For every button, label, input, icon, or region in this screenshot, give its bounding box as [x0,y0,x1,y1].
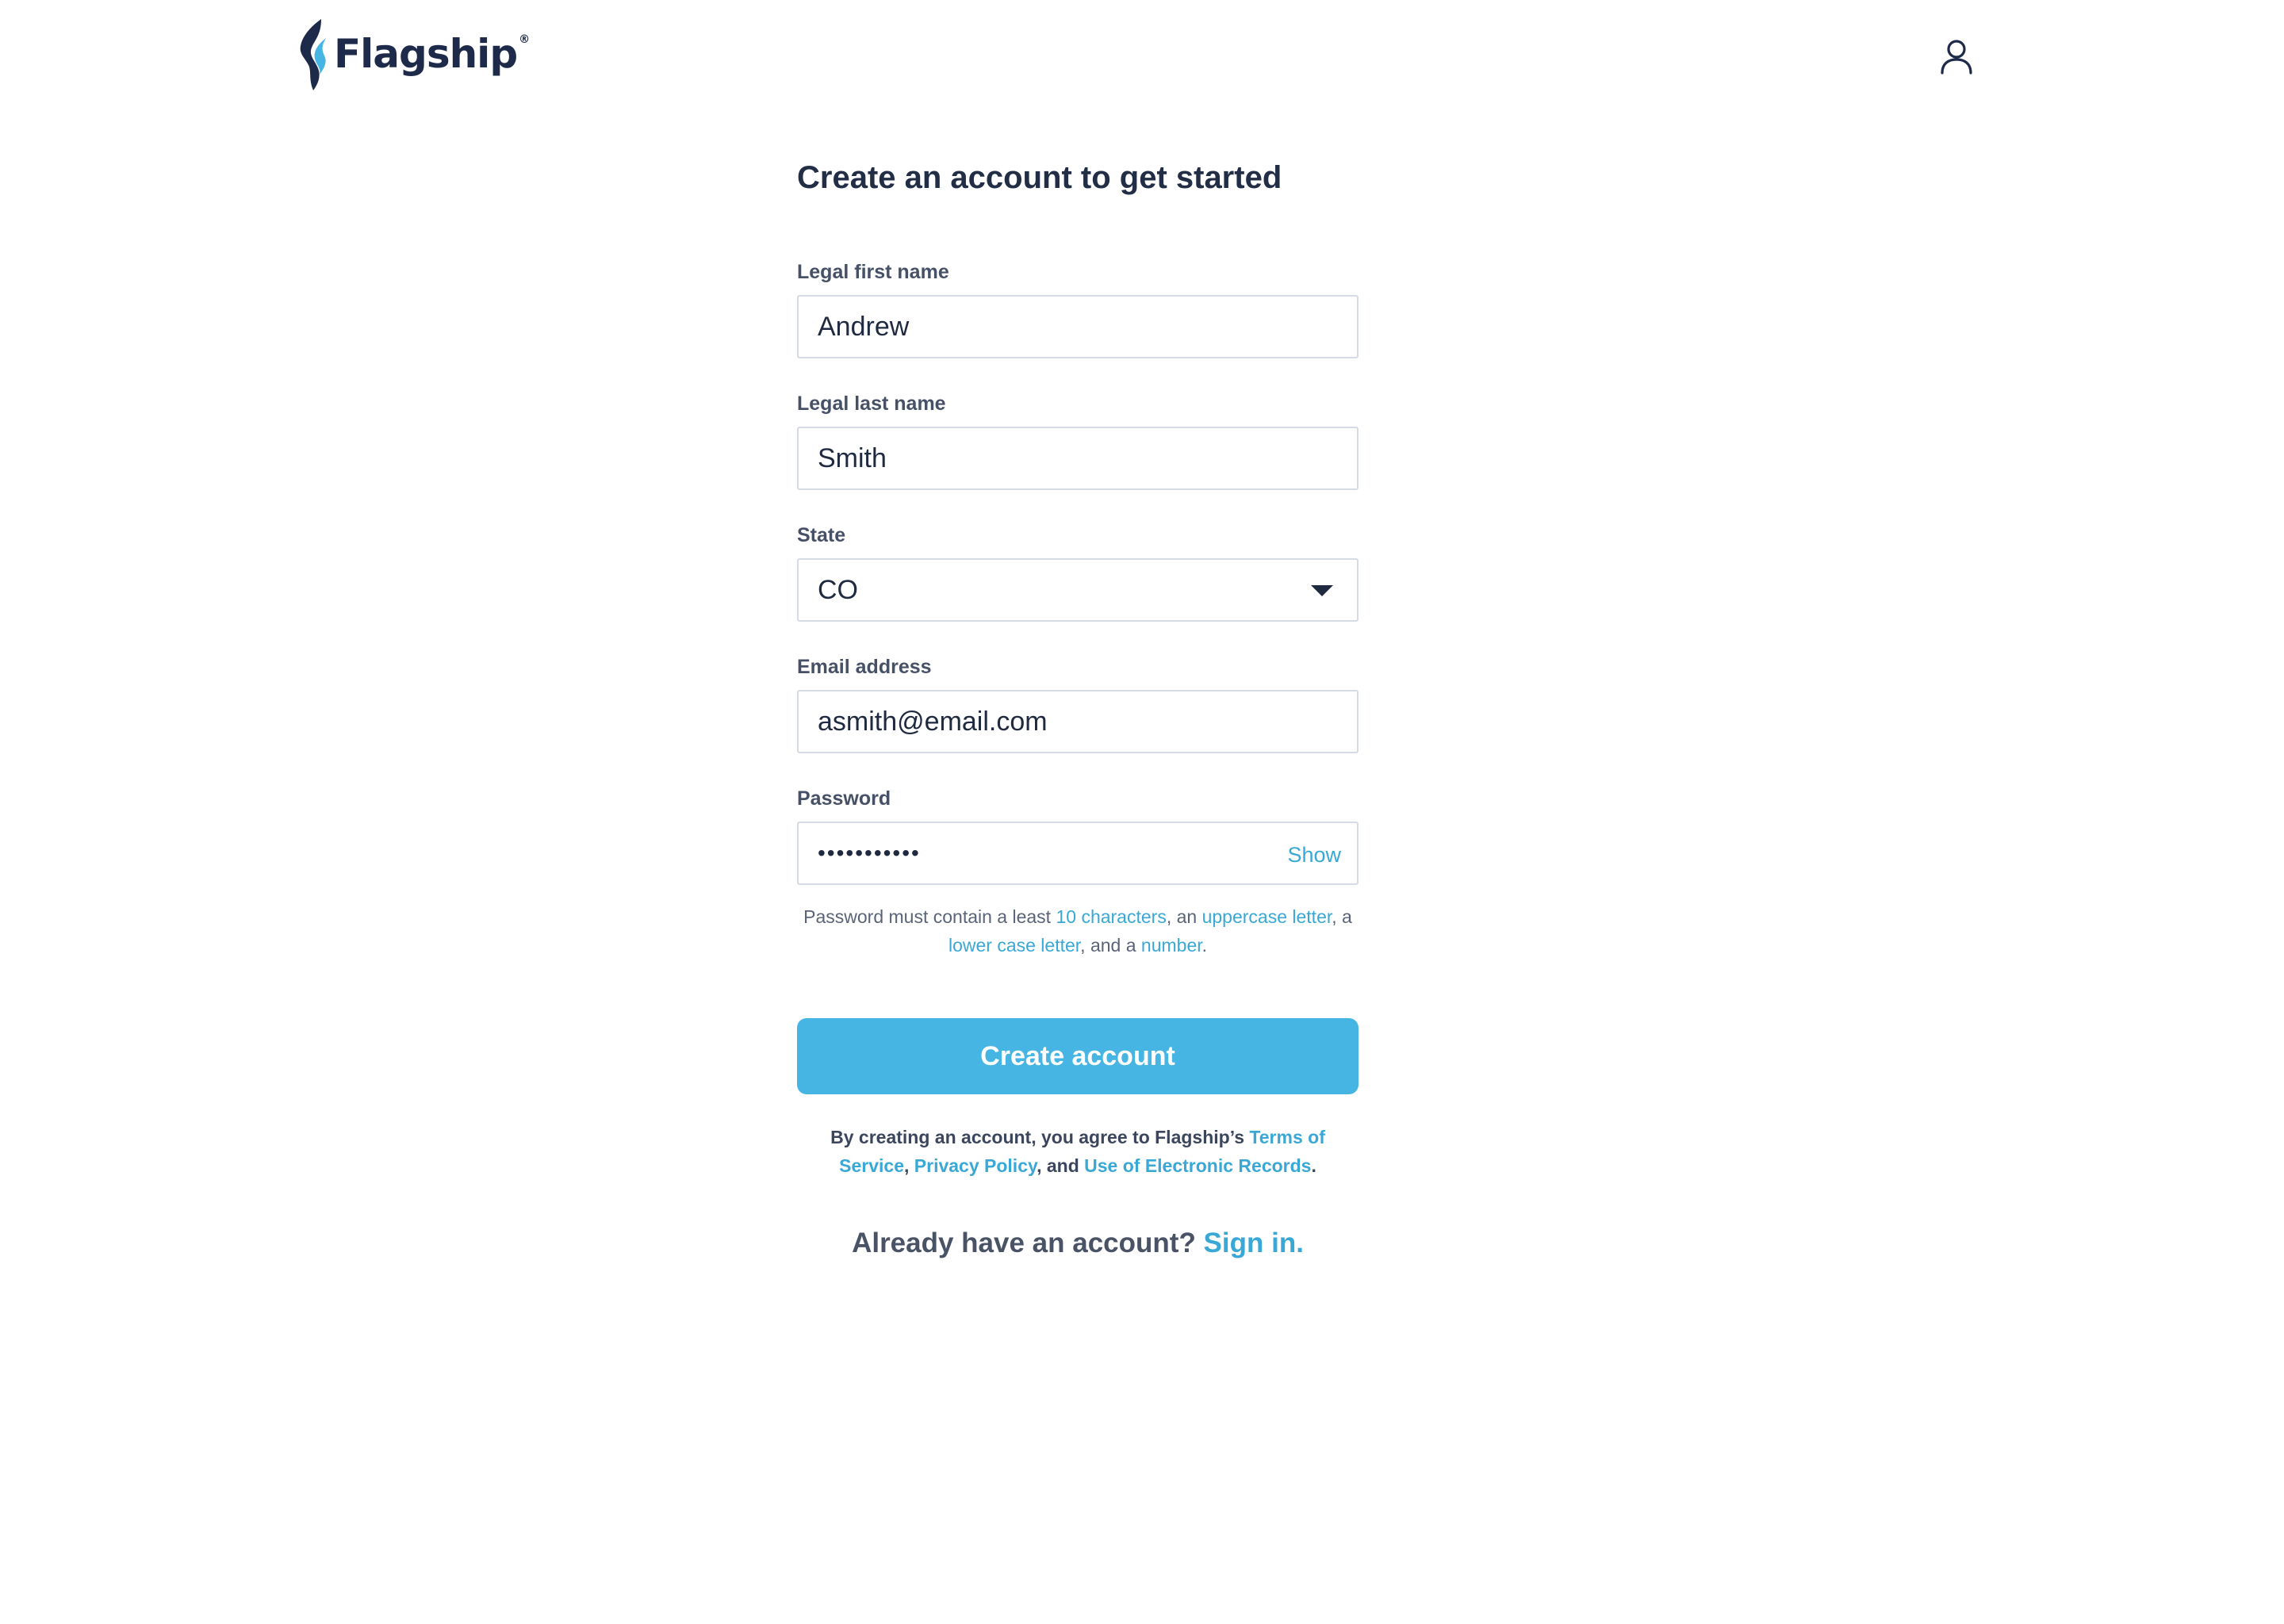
email-label: Email address [797,656,932,678]
terms-text: , [904,1155,914,1176]
signin-prompt: Already have an account? Sign in. [797,1228,1359,1259]
terms-text: , and [1037,1155,1085,1176]
brand-name: Flagship [334,31,518,77]
first-name-input[interactable] [799,297,1357,357]
terms-text: . [1311,1155,1316,1176]
terms-text: By creating an account, you agree to Fla… [830,1127,1250,1147]
requirement-length: 10 characters [1056,906,1167,927]
user-outline-icon[interactable] [1938,38,1975,75]
password-masked-value: ••••••••••• [818,841,921,865]
state-selected-value: CO [818,575,858,605]
caret-down-icon [1311,585,1333,596]
first-name-field-box [797,295,1359,358]
state-select[interactable]: CO [797,558,1359,622]
registered-mark: ® [519,33,531,46]
requirement-lowercase: lower case letter [948,935,1081,956]
hint-text: Password must contain a least [803,906,1056,927]
last-name-field-box [797,427,1359,490]
password-requirements: Password must contain a least 10 charact… [797,902,1359,959]
password-field[interactable]: ••••••••••• Show [797,822,1359,885]
requirement-number: number [1140,935,1202,956]
requirement-uppercase: uppercase letter [1201,906,1332,927]
password-label: Password [797,787,891,810]
sign-in-link[interactable]: Sign in. [1204,1228,1304,1258]
hint-text: , and a [1080,935,1141,956]
last-name-input[interactable] [799,428,1357,488]
last-name-label: Legal last name [797,393,946,415]
email-input[interactable] [799,691,1357,752]
first-name-label: Legal first name [797,261,949,283]
flag-logo-icon [300,19,326,90]
state-label: State [797,524,846,546]
show-password-toggle[interactable]: Show [1287,823,1341,887]
create-account-button[interactable]: Create account [797,1018,1359,1094]
hint-text: , an [1166,906,1202,927]
flagship-logo[interactable]: Flagship ® [294,17,530,94]
electronic-records-link[interactable]: Use of Electronic Records [1084,1155,1311,1176]
terms-notice: By creating an account, you agree to Fla… [797,1123,1359,1180]
hint-text: , a [1332,906,1352,927]
hint-text: . [1201,935,1208,956]
signin-prompt-text: Already have an account? [852,1228,1204,1258]
page-title: Create an account to get started [797,160,1282,195]
email-field-box [797,690,1359,753]
privacy-policy-link[interactable]: Privacy Policy [914,1155,1037,1176]
